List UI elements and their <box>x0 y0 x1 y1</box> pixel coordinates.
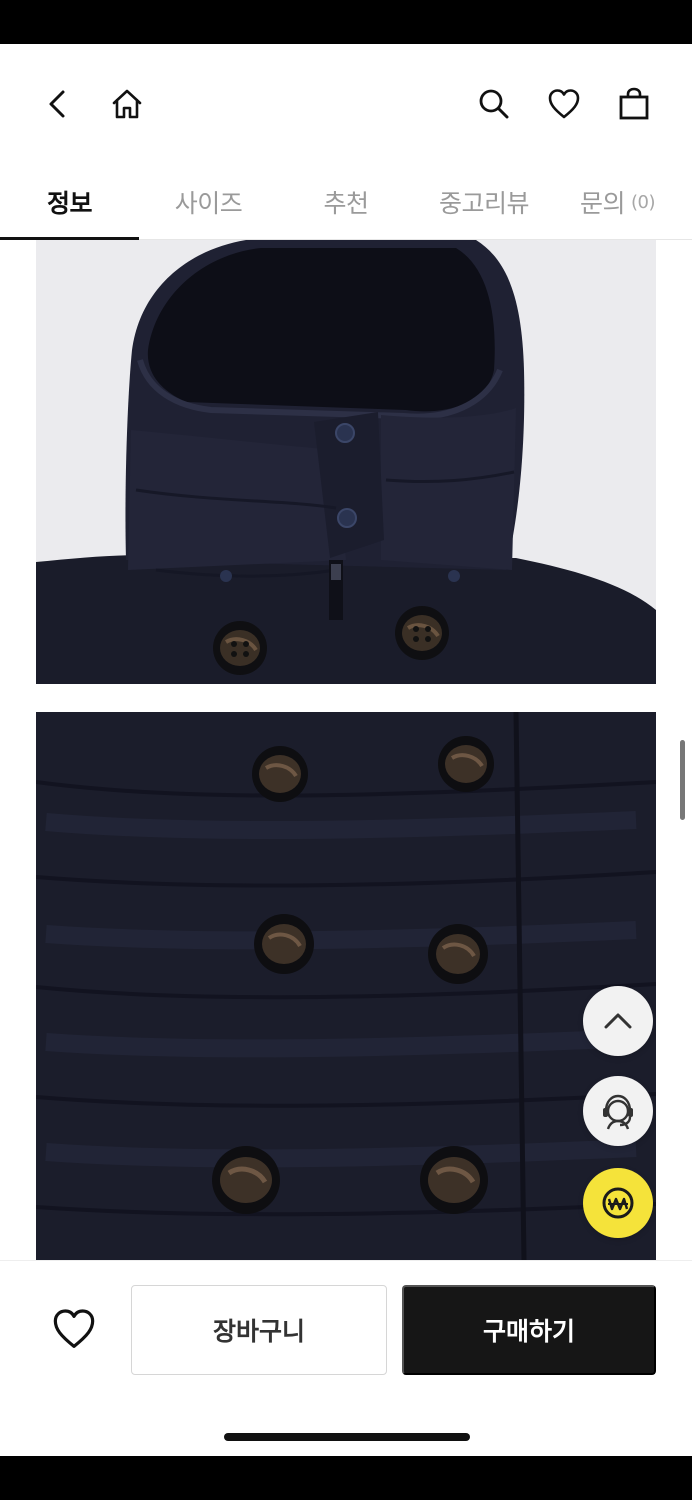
chevron-left-icon <box>49 90 65 118</box>
home-button[interactable] <box>105 82 149 126</box>
top-header <box>0 44 692 164</box>
wishlist-button[interactable] <box>542 82 586 126</box>
won-pay-icon <box>602 1187 634 1219</box>
tab-size[interactable]: 사이즈 <box>139 164 278 240</box>
tab-inquiry-label: 문의 <box>580 189 626 218</box>
buy-now-button[interactable]: 구매하기 <box>402 1285 656 1375</box>
scroll-indicator[interactable] <box>680 740 685 820</box>
pay-button[interactable] <box>583 1168 653 1238</box>
app-screen: 정보 사이즈 추천 중고리뷰 문의 (0) 장바구니 구매하기 <box>0 44 692 1456</box>
tab-inquiry-count: (0) <box>631 191 656 213</box>
customer-support-button[interactable] <box>583 1076 653 1146</box>
status-bar <box>0 0 692 44</box>
back-button[interactable] <box>36 82 80 126</box>
product-tabs: 정보 사이즈 추천 중고리뷰 문의 (0) <box>0 164 692 240</box>
heart-icon <box>548 89 580 119</box>
tab-used-review-label: 중고리뷰 <box>438 189 530 218</box>
heart-outline-icon <box>53 1309 95 1348</box>
tab-used-review[interactable]: 중고리뷰 <box>414 164 554 240</box>
scroll-top-button[interactable] <box>583 986 653 1056</box>
product-photo-front <box>36 712 656 1260</box>
add-to-cart-button[interactable]: 장바구니 <box>131 1285 387 1375</box>
tab-inquiry[interactable]: 문의 (0) <box>560 164 684 240</box>
shopping-bag-icon <box>619 87 649 120</box>
tab-size-label: 사이즈 <box>174 189 243 218</box>
cart-button[interactable] <box>612 82 656 126</box>
tab-info[interactable]: 정보 <box>0 164 139 240</box>
product-photo-hood <box>36 240 656 684</box>
tab-info-label: 정보 <box>46 189 93 218</box>
customer-support-icon <box>603 1094 633 1130</box>
home-indicator[interactable] <box>224 1433 470 1441</box>
tab-recommend-label: 추천 <box>323 189 369 218</box>
chevron-up-icon <box>604 1013 632 1029</box>
wishlist-toggle-button[interactable] <box>46 1301 102 1357</box>
search-icon <box>479 89 509 119</box>
purchase-bar: 장바구니 구매하기 <box>0 1260 692 1456</box>
search-button[interactable] <box>472 82 516 126</box>
system-bottom-area <box>0 1456 692 1500</box>
tab-recommend[interactable]: 추천 <box>278 164 414 240</box>
home-icon <box>112 89 142 119</box>
